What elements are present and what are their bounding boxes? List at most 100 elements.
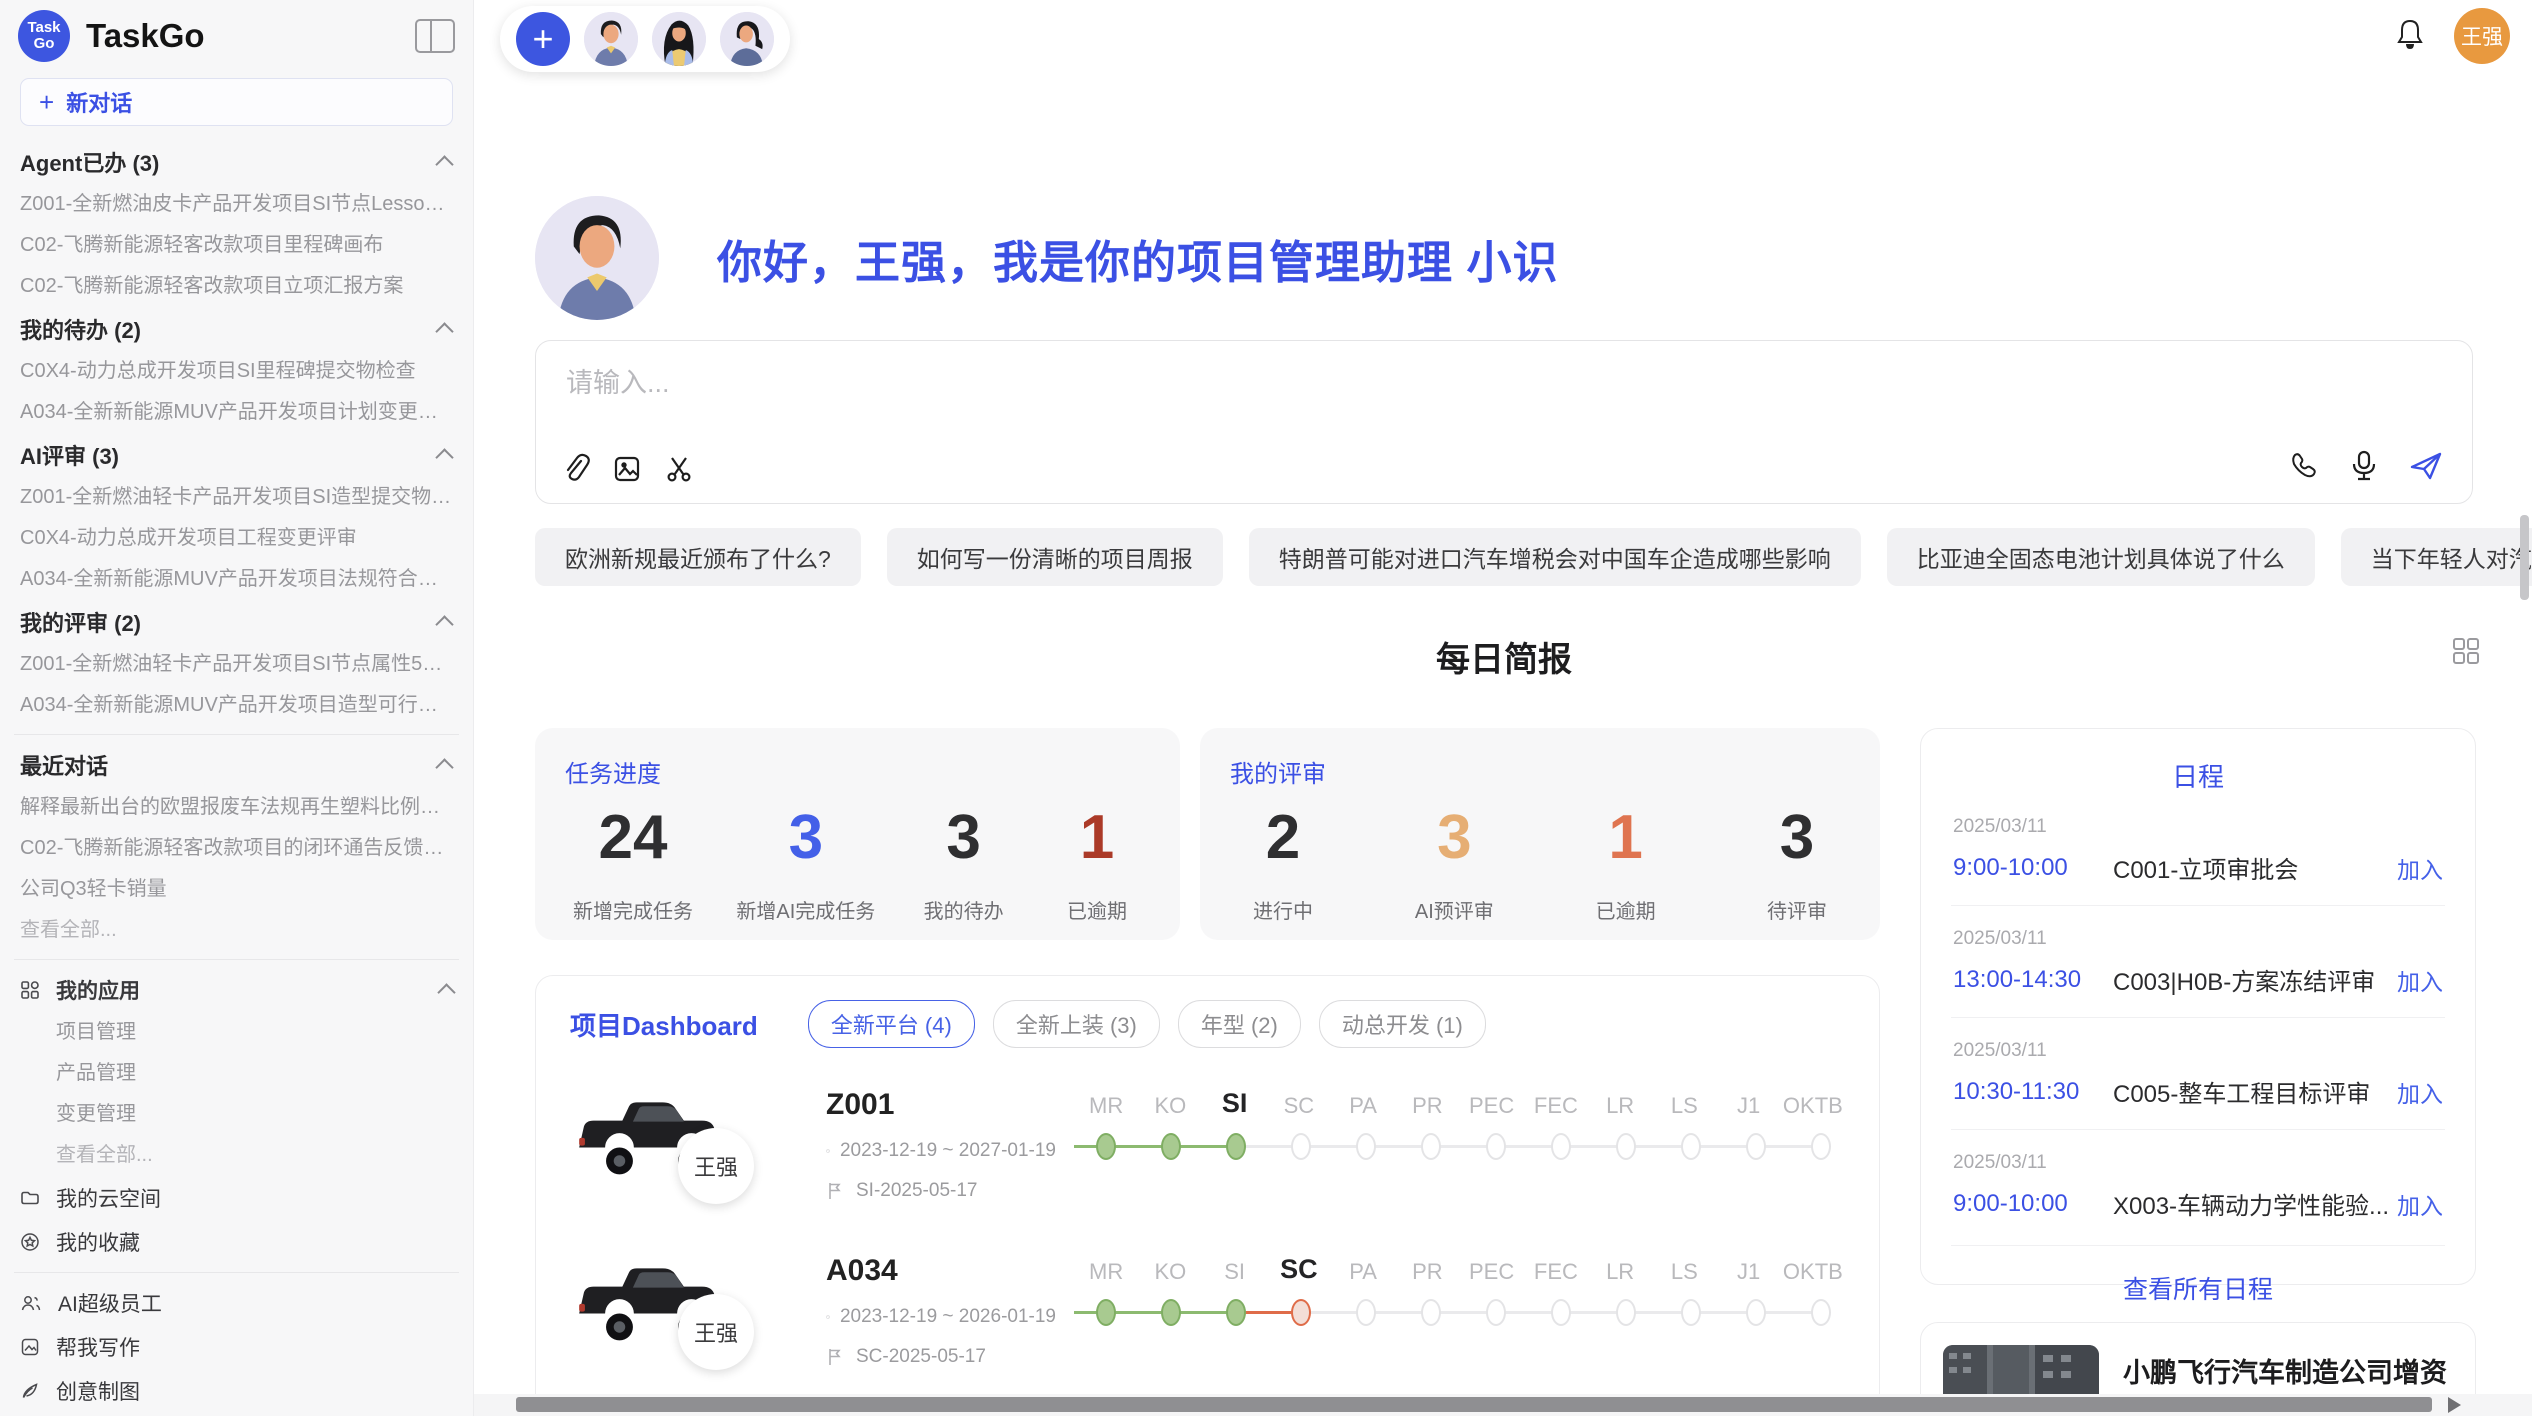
section-my-review[interactable]: 我的评审 (2) bbox=[12, 600, 461, 644]
schedule-date: 2025/03/11 bbox=[1953, 1152, 2443, 1174]
suggestion-chip[interactable]: 当下年轻人对汽车外观有怎样的喜好趋势 bbox=[2341, 528, 2532, 586]
project-dates: 2023-12-19 ~ 2027-01-19 bbox=[826, 1140, 1056, 1162]
vertical-scrollbar-thumb[interactable] bbox=[2520, 515, 2529, 600]
milestone-dot bbox=[1226, 1299, 1246, 1326]
apps-grid-icon bbox=[20, 980, 40, 1000]
list-item[interactable]: 解释最新出台的欧盟报废车法规再生塑料比例被调至15%... bbox=[12, 787, 461, 828]
phone-icon[interactable] bbox=[2288, 450, 2320, 482]
schedule-item: 2025/03/11 9:00-10:00 C001-立项审批会 加入 bbox=[1951, 794, 2445, 906]
horizontal-scrollbar-thumb[interactable] bbox=[516, 1397, 2432, 1412]
section-agent-done[interactable]: Agent已办 (3) bbox=[12, 140, 461, 184]
help-me-write[interactable]: 帮我写作 bbox=[12, 1325, 461, 1369]
join-link[interactable]: 加入 bbox=[2397, 963, 2443, 997]
my-apps-header[interactable]: 我的应用 bbox=[12, 968, 461, 1012]
suggestion-chip[interactable]: 特朗普可能对进口汽车增税会对中国车企造成哪些影响 bbox=[1249, 528, 1861, 586]
app-item-project-mgmt[interactable]: 项目管理 bbox=[12, 1012, 461, 1053]
milestone-dot bbox=[1486, 1133, 1506, 1160]
milestone-dot bbox=[1356, 1133, 1376, 1160]
chevron-up-icon bbox=[435, 448, 453, 466]
filter-powertrain[interactable]: 动总开发 (1) bbox=[1319, 1000, 1486, 1048]
microphone-icon[interactable] bbox=[2350, 449, 2378, 483]
join-link[interactable]: 加入 bbox=[2397, 1075, 2443, 1109]
paperclip-icon[interactable] bbox=[560, 453, 590, 485]
dashboard-filters: 全新平台 (4) 全新上装 (3) 年型 (2) 动总开发 (1) bbox=[808, 1000, 1486, 1048]
project-row[interactable]: 王强 Z001 2023-12-19 ~ 2027-01-19 SI-2025-… bbox=[570, 1088, 1845, 1202]
my-favorites[interactable]: 我的收藏 bbox=[12, 1220, 461, 1264]
chevron-up-icon bbox=[437, 983, 455, 1001]
project-image-wrap: 王强 bbox=[570, 1254, 826, 1368]
sidebar-header: Task Go TaskGo bbox=[12, 0, 461, 72]
schedule-card: 日程 2025/03/11 9:00-10:00 C001-立项审批会 加入 2… bbox=[1920, 728, 2476, 1285]
view-all-schedule-link[interactable]: 查看所有日程 bbox=[1951, 1270, 2445, 1306]
milestone-label: OKTB bbox=[1781, 1093, 1845, 1119]
add-conversation-button[interactable]: + bbox=[516, 12, 570, 66]
filter-year-model[interactable]: 年型 (2) bbox=[1178, 1000, 1301, 1048]
milestone-label: OKTB bbox=[1781, 1259, 1845, 1285]
schedule-name: C003|H0B-方案冻结评审 bbox=[2113, 962, 2397, 997]
milestone-track: MR KO SI SC PA PR PEC FEC LR LS J1 OKTB bbox=[1074, 1254, 1845, 1368]
view-all-chats[interactable]: 查看全部... bbox=[12, 910, 461, 951]
suggestion-chip[interactable]: 如何写一份清晰的项目周报 bbox=[887, 528, 1223, 586]
avatar-member-2[interactable] bbox=[652, 12, 706, 66]
my-review-card: 我的评审 2 进行中 3 AI预评审 1 已逾期 3 bbox=[1200, 728, 1880, 940]
chat-input[interactable] bbox=[564, 367, 1768, 400]
app-item-product-mgmt[interactable]: 产品管理 bbox=[12, 1053, 461, 1094]
stat-value: 1 bbox=[1052, 803, 1142, 873]
chevron-up-icon bbox=[435, 155, 453, 173]
milestone-dot bbox=[1096, 1133, 1116, 1160]
user-avatar[interactable]: 王强 bbox=[2454, 8, 2510, 64]
schedule-time: 10:30-11:30 bbox=[1953, 1078, 2113, 1106]
new-chat-button[interactable]: + 新对话 bbox=[20, 78, 453, 126]
layout-grid-icon[interactable] bbox=[2451, 636, 2481, 671]
scissors-icon[interactable] bbox=[664, 454, 694, 484]
section-my-todo[interactable]: 我的待办 (2) bbox=[12, 307, 461, 351]
list-item[interactable]: A034-全新新能源MUV产品开发项目造型可行性评审 bbox=[12, 685, 461, 726]
card-label: 任务进度 bbox=[565, 754, 1150, 789]
sidebar-collapse-icon[interactable] bbox=[415, 19, 455, 53]
chevron-up-icon bbox=[435, 322, 453, 340]
creative-drawing[interactable]: 创意制图 bbox=[12, 1369, 461, 1413]
section-recent-chats[interactable]: 最近对话 bbox=[12, 743, 461, 787]
news-title: 小鹏飞行汽车制造公司增资 bbox=[2123, 1351, 2453, 1390]
filter-new-platform[interactable]: 全新平台 (4) bbox=[808, 1000, 975, 1048]
list-item[interactable]: A034-全新新能源MUV产品开发项目法规符合性评审 bbox=[12, 559, 461, 600]
app-item-change-mgmt[interactable]: 变更管理 bbox=[12, 1094, 461, 1135]
schedule-date: 2025/03/11 bbox=[1953, 1040, 2443, 1062]
list-item[interactable]: C0X4-动力总成开发项目工程变更评审 bbox=[12, 518, 461, 559]
send-icon[interactable] bbox=[2408, 449, 2444, 483]
chat-input-card bbox=[535, 340, 2473, 504]
avatar-member-1[interactable] bbox=[584, 12, 638, 66]
horizontal-scrollbar bbox=[474, 1394, 2532, 1416]
stat-pending-review: 3 待评审 bbox=[1752, 803, 1842, 924]
join-link[interactable]: 加入 bbox=[2397, 851, 2443, 885]
suggestion-chip[interactable]: 比亚迪全固态电池计划具体说了什么 bbox=[1887, 528, 2315, 586]
milestone-dot bbox=[1226, 1133, 1246, 1160]
list-item[interactable]: C02-飞腾新能源轻客改款项目的闭环通告反馈情况 bbox=[12, 828, 461, 869]
join-link[interactable]: 加入 bbox=[2397, 1187, 2443, 1221]
avatar-member-3[interactable] bbox=[720, 12, 774, 66]
suggestion-chip[interactable]: 欧洲新规最近颁布了什么? bbox=[535, 528, 861, 586]
project-row[interactable]: 王强 A034 2023-12-19 ~ 2026-01-19 SC-2025-… bbox=[570, 1254, 1845, 1368]
ai-super-staff[interactable]: AI超级员工 bbox=[12, 1281, 461, 1325]
project-dashboard-card: 项目Dashboard 全新平台 (4) 全新上装 (3) 年型 (2) 动总开… bbox=[535, 975, 1880, 1416]
notification-bell-icon[interactable] bbox=[2394, 17, 2426, 56]
list-item[interactable]: A034-全新新能源MUV产品开发项目计划变更表编写 bbox=[12, 392, 461, 433]
task-progress-card: 任务进度 24 新增完成任务 3 新增AI完成任务 3 我的待办 bbox=[535, 728, 1180, 940]
divider bbox=[14, 959, 459, 960]
scroll-right-arrow-icon[interactable] bbox=[2448, 1397, 2461, 1413]
view-all-apps[interactable]: 查看全部... bbox=[12, 1135, 461, 1176]
filter-new-body[interactable]: 全新上装 (3) bbox=[993, 1000, 1160, 1048]
section-ai-review[interactable]: AI评审 (3) bbox=[12, 433, 461, 477]
milestone-dot bbox=[1811, 1299, 1831, 1326]
my-cloud-space[interactable]: 我的云空间 bbox=[12, 1176, 461, 1220]
image-icon[interactable] bbox=[612, 454, 642, 484]
list-item[interactable]: C02-飞腾新能源轻客改款项目里程碑画布 bbox=[12, 225, 461, 266]
list-item[interactable]: Z001-全新燃油轻卡产品开发项目SI造型提交物评审 bbox=[12, 477, 461, 518]
list-item[interactable]: C0X4-动力总成开发项目SI里程碑提交物检查 bbox=[12, 351, 461, 392]
list-item[interactable]: Z001-全新燃油皮卡产品开发项目SI节点Lesson Learn报告 bbox=[12, 184, 461, 225]
list-item[interactable]: Z001-全新燃油轻卡产品开发项目SI节点属性5D文件评审 bbox=[12, 644, 461, 685]
schedule-item: 2025/03/11 10:30-11:30 C005-整车工程目标评审 加入 bbox=[1951, 1018, 2445, 1130]
list-item[interactable]: C02-飞腾新能源轻客改款项目立项汇报方案 bbox=[12, 266, 461, 307]
list-item[interactable]: 公司Q3轻卡销量 bbox=[12, 869, 461, 910]
milestone-label: PEC bbox=[1460, 1093, 1524, 1119]
